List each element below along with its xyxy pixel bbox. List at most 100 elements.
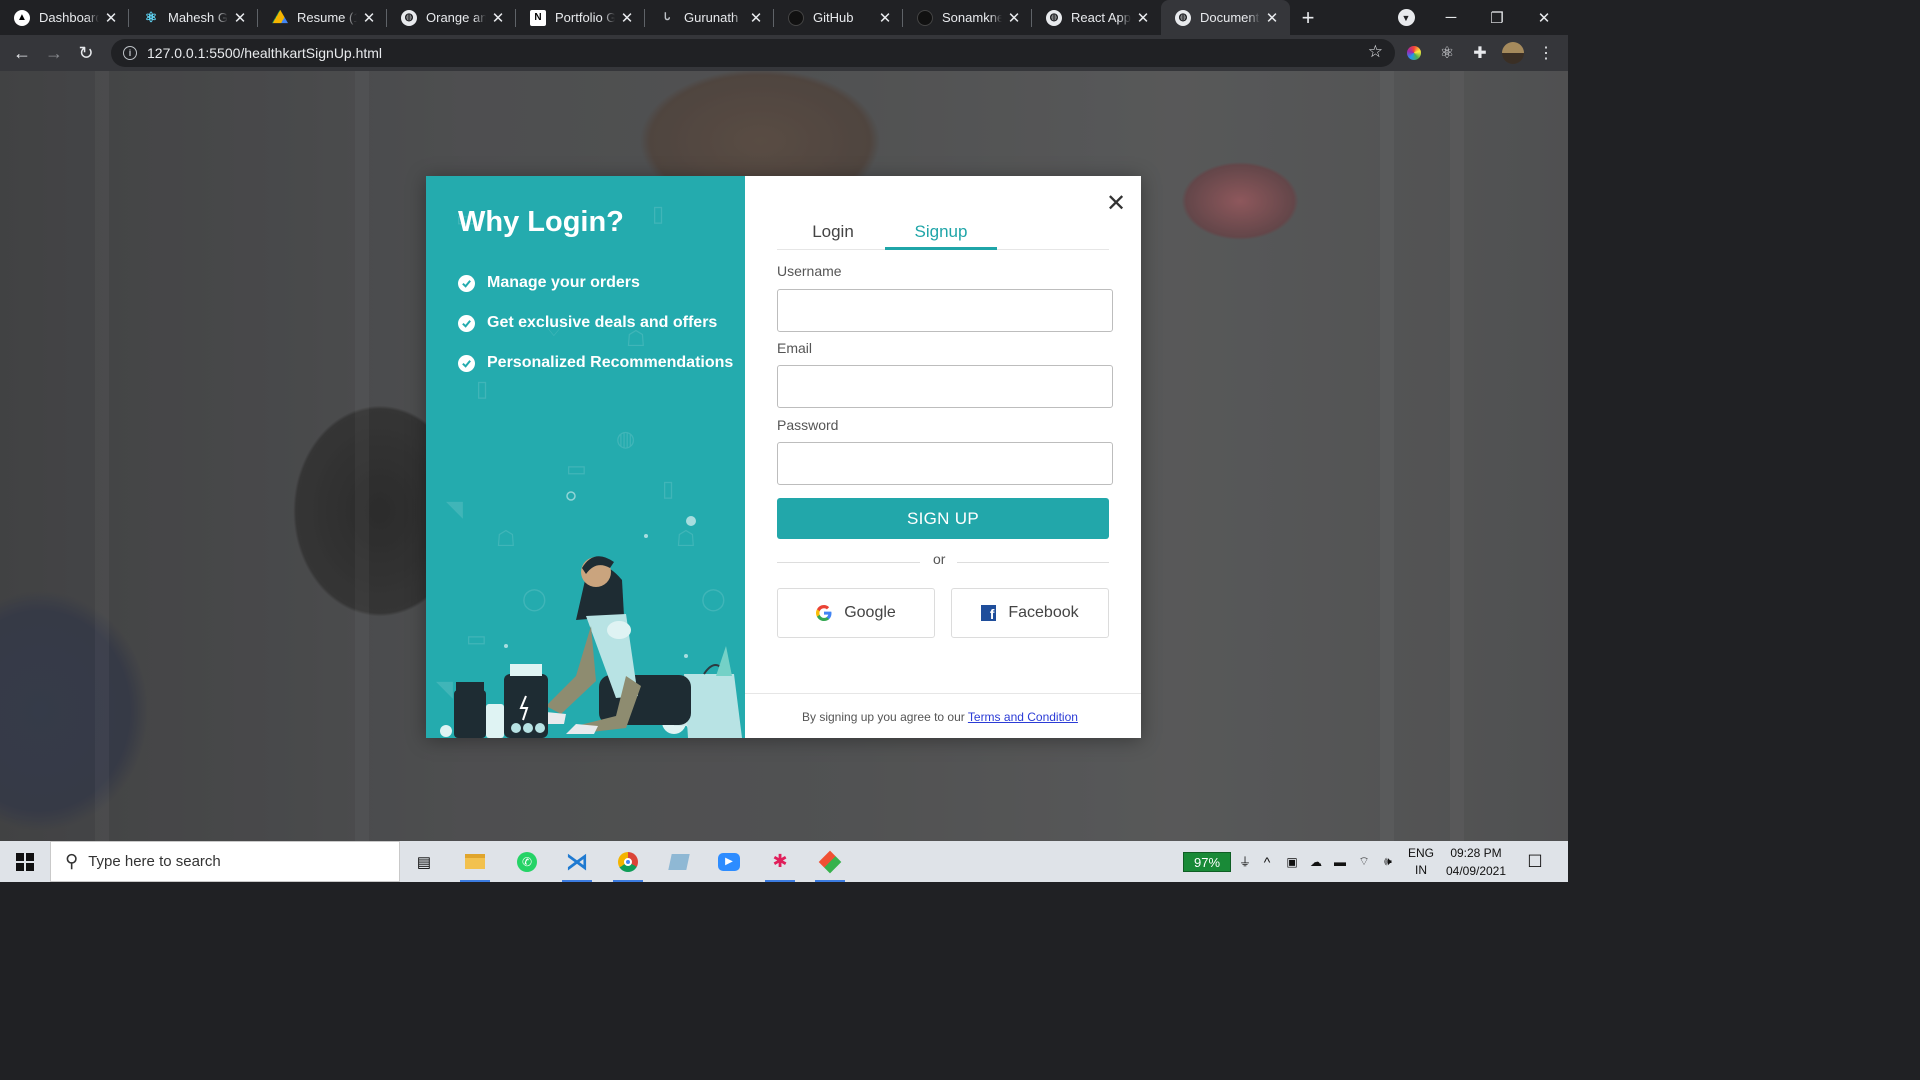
whatsapp-icon[interactable]: ✆ [508, 841, 546, 882]
close-tab-icon[interactable]: ✕ [877, 9, 893, 27]
address-bar[interactable]: i 127.0.0.1:5500/healthkartSignUp.html ☆ [111, 39, 1395, 67]
vscode-icon[interactable]: ⋊ [558, 841, 596, 882]
onedrive-cloud-icon[interactable]: ☁ [1305, 841, 1327, 882]
github-icon [788, 9, 804, 26]
close-tab-icon[interactable]: ✕ [232, 9, 248, 27]
clock[interactable]: 09:28 PM 04/09/2021 [1441, 841, 1511, 882]
wifi-icon[interactable]: ⌔ [1353, 841, 1375, 882]
fitness-illustration [440, 491, 742, 738]
username-input[interactable] [777, 289, 1113, 332]
close-tab-icon[interactable]: ✕ [1006, 9, 1022, 27]
color-picker-extension-icon[interactable] [1398, 35, 1430, 71]
email-label: Email [777, 340, 813, 356]
benefit-text: Manage your orders [487, 274, 640, 291]
terms-link[interactable]: Terms and Condition [968, 710, 1078, 724]
browser-tab[interactable]: GitHub ✕ [774, 0, 903, 35]
meet-now-icon[interactable]: ▣ [1281, 841, 1303, 882]
google-login-button[interactable]: Google [777, 588, 935, 638]
close-tab-icon[interactable]: ✕ [1264, 9, 1280, 27]
browser-tab[interactable]: ᒐ Gurunath ✕ [645, 0, 774, 35]
forward-button[interactable]: → [38, 37, 70, 69]
facebook-label: Facebook [1008, 604, 1079, 621]
browser-tab[interactable]: N Portfolio Gu ✕ [516, 0, 645, 35]
close-tab-icon[interactable]: ✕ [748, 9, 764, 27]
benefit-text: Get exclusive deals and offers [487, 314, 718, 331]
close-tab-icon[interactable]: ✕ [1135, 9, 1151, 27]
restore-button[interactable]: ❐ [1474, 0, 1520, 35]
username-label: Username [777, 263, 842, 279]
browser-tab[interactable]: ▲ Dashboard ✕ [0, 0, 129, 35]
browser-tab[interactable]: ◍ React App ✕ [1032, 0, 1161, 35]
tab-signup[interactable]: Signup [885, 214, 997, 250]
browser-tab[interactable]: Resume (1) ✕ [258, 0, 387, 35]
start-button[interactable] [0, 841, 50, 882]
star-icon[interactable]: ☆ [1368, 42, 1383, 62]
notes-app-icon[interactable] [660, 841, 698, 882]
file-explorer-icon[interactable] [456, 841, 494, 882]
tab-label: Document [1200, 10, 1260, 25]
zoom-icon[interactable]: ▶ [710, 841, 748, 882]
close-tab-icon[interactable]: ✕ [619, 9, 635, 27]
react-devtools-icon[interactable]: ⚛ [1431, 35, 1463, 71]
close-tab-icon[interactable]: ✕ [103, 9, 119, 27]
chevron-up-icon[interactable]: ^ [1256, 841, 1278, 882]
close-icon: ✕ [1537, 9, 1551, 27]
close-window-button[interactable]: ✕ [1520, 0, 1568, 35]
reload-button[interactable]: ↻ [70, 37, 102, 69]
task-view-icon[interactable]: ▤ [405, 841, 443, 882]
google-icon [816, 605, 832, 621]
benefit-text: Personalized Recommendations [487, 354, 734, 371]
facebook-login-button[interactable]: f Facebook [951, 588, 1109, 638]
facebook-icon: f [981, 605, 997, 621]
terms-prefix: By signing up you agree to our [802, 710, 968, 724]
battery-percentage[interactable]: 97% [1183, 852, 1231, 872]
url-text: 127.0.0.1:5500/healthkartSignUp.html [147, 45, 383, 61]
benefit-item: Personalized Recommendations [458, 343, 733, 383]
tab-search-button[interactable]: ▼ [1383, 0, 1429, 35]
extensions-puzzle-icon[interactable]: ✚ [1464, 35, 1496, 71]
signup-modal: ▭ ▯ ♡ ☖ ▯ ▭ ▯ ◥ ◍ ☖ ☖ ◯ ◯ ▭ ◥ ◥ Why Logi… [426, 176, 1141, 738]
search-icon: ⚲ [65, 851, 79, 871]
tab-label: Orange and [426, 10, 486, 25]
close-tab-icon[interactable]: ✕ [490, 9, 506, 27]
email-input[interactable] [777, 365, 1113, 408]
battery-icon[interactable]: ▬ [1329, 841, 1351, 882]
promo-heading: Why Login? [458, 206, 624, 238]
language-indicator[interactable]: ENG IN [1401, 841, 1441, 882]
taskbar-search[interactable]: ⚲ Type here to search [50, 841, 400, 882]
browser-tab[interactable]: ⚛ Mahesh Gu ✕ [129, 0, 258, 35]
google-label: Google [844, 604, 896, 621]
info-icon[interactable]: i [123, 46, 137, 60]
tab-login[interactable]: Login [777, 214, 889, 250]
new-tab-button[interactable]: + [1290, 0, 1326, 35]
footer-divider [745, 693, 1141, 694]
plug-icon: ⏚ [1238, 855, 1251, 869]
benefits-list: Manage your orders Get exclusive deals a… [458, 263, 733, 383]
sign-up-button[interactable]: SIGN UP [777, 498, 1109, 539]
browser-tab-active[interactable]: ◍ Document ✕ [1161, 0, 1290, 35]
close-tab-icon[interactable]: ✕ [361, 9, 377, 27]
git-client-icon[interactable] [811, 841, 849, 882]
profile-avatar[interactable] [1497, 35, 1529, 71]
notion-icon: N [530, 9, 546, 26]
browser-tab[interactable]: ◍ Orange and ✕ [387, 0, 516, 35]
browser-toolbar: ← → ↻ i 127.0.0.1:5500/healthkartSignUp.… [0, 35, 1568, 71]
google-drive-icon [272, 9, 288, 24]
browser-tab[interactable]: Sonamknee ✕ [903, 0, 1032, 35]
clock-time: 09:28 PM [1450, 845, 1502, 860]
github-icon [917, 9, 933, 26]
divider-left [777, 562, 920, 563]
notifications-icon[interactable]: ☐ [1520, 841, 1550, 882]
close-modal-button[interactable]: ✕ [1105, 192, 1127, 216]
password-input[interactable] [777, 442, 1113, 485]
minimize-button[interactable]: ─ [1428, 0, 1474, 35]
terms-text: By signing up you agree to our Terms and… [802, 710, 1078, 724]
volume-icon[interactable]: 🕪 [1377, 841, 1399, 882]
slack-icon[interactable]: ✱ [761, 841, 799, 882]
arrow-right-icon: → [45, 42, 63, 63]
tab-label: Mahesh Gu [168, 10, 228, 25]
tab-label: Resume (1) [297, 10, 357, 25]
back-button[interactable]: ← [6, 37, 38, 69]
more-menu-icon[interactable]: ⋮ [1530, 35, 1562, 71]
chrome-icon[interactable] [609, 841, 647, 882]
